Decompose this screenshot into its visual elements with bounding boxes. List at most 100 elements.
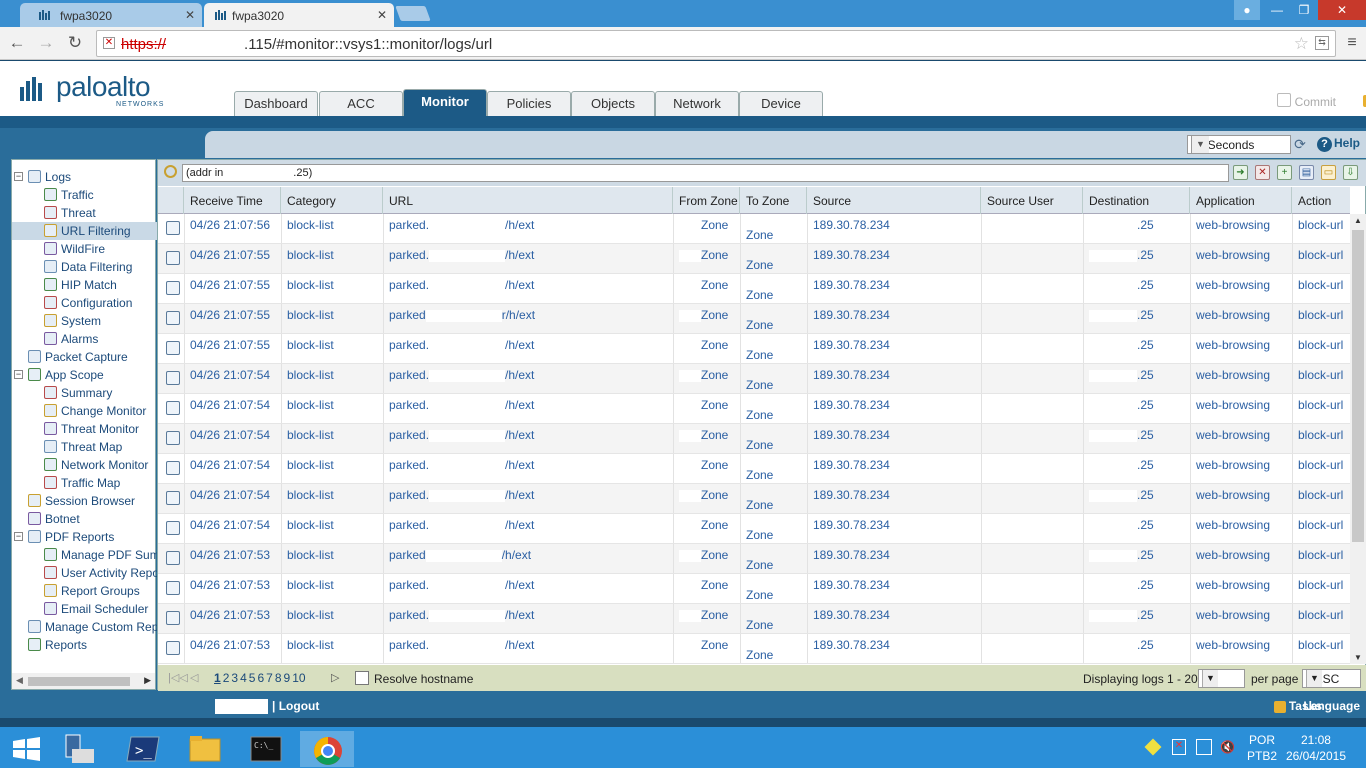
destination-cell[interactable]: .25 (1089, 428, 1154, 442)
sidebar-item[interactable]: − App Scope (14, 366, 157, 384)
column-application[interactable]: Application (1190, 187, 1292, 214)
filter-input[interactable]: (addr in .25) (182, 164, 1229, 182)
next-page-icon[interactable]: ▷ (331, 671, 339, 684)
destination-cell[interactable]: .25 (1089, 278, 1154, 292)
close-window-icon[interactable]: ✕ (1318, 0, 1366, 20)
url-cell[interactable]: parked. /h/ext (389, 578, 534, 592)
application-cell[interactable]: web-browsing (1196, 608, 1270, 622)
to-zone-cell[interactable]: Zone (746, 378, 773, 392)
user-profile-icon[interactable]: ● (1234, 0, 1260, 20)
sidebar-item[interactable]: Alarms (44, 330, 157, 348)
page-link[interactable]: 9 (284, 671, 291, 685)
input-language[interactable]: POR PTB2 (1247, 732, 1277, 764)
destination-cell[interactable]: .25 (1089, 608, 1154, 622)
sidebar-item[interactable]: Reports (28, 636, 157, 654)
sidebar-item[interactable]: Session Browser (28, 492, 157, 510)
application-cell[interactable]: web-browsing (1196, 638, 1270, 652)
from-zone-cell[interactable]: Zone (679, 368, 728, 382)
collapse-icon[interactable]: − (14, 172, 23, 181)
collapse-icon[interactable]: − (14, 532, 23, 541)
page-link[interactable]: 7 (266, 671, 273, 685)
from-zone-cell[interactable]: Zone (679, 278, 728, 292)
sidebar-item[interactable]: Change Monitor (44, 402, 157, 420)
bookmark-star-icon[interactable]: ☆ (1294, 34, 1309, 54)
column-action[interactable]: Action (1292, 187, 1350, 214)
page-size-select[interactable]: 20 ▼ (1198, 669, 1245, 688)
sidebar-item[interactable]: Threat Monitor (44, 420, 157, 438)
action-cell[interactable]: block-url (1298, 518, 1343, 532)
browser-tab-2[interactable]: fwpa3020 ✕ (204, 3, 394, 27)
application-cell[interactable]: web-browsing (1196, 398, 1270, 412)
log-detail-icon[interactable] (166, 341, 180, 355)
page-action-icon[interactable]: ⇆ (1315, 36, 1329, 50)
column-url[interactable]: URL (383, 187, 673, 214)
action-cell[interactable]: block-url (1298, 428, 1343, 442)
collapse-icon[interactable]: − (14, 370, 23, 379)
application-cell[interactable]: web-browsing (1196, 368, 1270, 382)
scroll-right-icon[interactable]: ▶ (144, 675, 151, 686)
source-cell[interactable]: 189.30.78.234 (813, 278, 890, 292)
url-cell[interactable]: parked/h/ext (389, 548, 531, 562)
table-row[interactable]: 04/26 21:07:55 block-list parked. /h/ext Zon… (158, 274, 1350, 304)
destination-cell[interactable]: .25 (1089, 248, 1154, 262)
sidebar-item[interactable]: Manage Custom Reports (28, 618, 157, 636)
from-zone-cell[interactable]: Zone (679, 308, 728, 322)
to-zone-cell[interactable]: Zone (746, 438, 773, 452)
action-cell[interactable]: block-url (1298, 398, 1343, 412)
url-cell[interactable]: parked r/h/ext (389, 308, 535, 322)
column-source[interactable]: Source (807, 187, 981, 214)
column-source-user[interactable]: Source User (981, 187, 1083, 214)
application-cell[interactable]: web-browsing (1196, 548, 1270, 562)
sidebar-item[interactable]: Threat (44, 204, 157, 222)
nav-tab-monitor[interactable]: Monitor (403, 89, 487, 116)
destination-cell[interactable]: .25 (1089, 458, 1154, 472)
application-cell[interactable]: web-browsing (1196, 278, 1270, 292)
address-bar[interactable]: ✕ https://.115/#monitor::vsys1::monitor/… (96, 30, 1336, 57)
sidebar-item[interactable]: Report Groups (44, 582, 157, 600)
scroll-up-icon[interactable]: ▲ (1354, 216, 1362, 225)
volume-muted-icon[interactable]: 🔇 (1220, 740, 1235, 754)
page-link[interactable]: 8 (275, 671, 282, 685)
source-cell[interactable]: 189.30.78.234 (813, 308, 890, 322)
to-zone-cell[interactable]: Zone (746, 258, 773, 272)
log-detail-icon[interactable] (166, 401, 180, 415)
column-receive-time[interactable]: Receive Time (184, 187, 281, 214)
help-button[interactable]: ? Help (1317, 136, 1360, 152)
url-cell[interactable]: parked. /h/ext (389, 458, 534, 472)
log-detail-icon[interactable] (166, 461, 180, 475)
application-cell[interactable]: web-browsing (1196, 518, 1270, 532)
source-cell[interactable]: 189.30.78.234 (813, 458, 890, 472)
back-icon[interactable]: ← (5, 31, 29, 55)
scroll-thumb[interactable] (28, 677, 130, 686)
save-filter-icon[interactable]: ▤ (1299, 165, 1314, 180)
page-link[interactable]: 2 (223, 671, 230, 685)
sidebar-item[interactable]: URL Filtering (12, 222, 157, 240)
column-category[interactable]: Category (281, 187, 383, 214)
scroll-thumb[interactable] (1352, 230, 1364, 542)
sidebar-item[interactable]: Network Monitor (44, 456, 157, 474)
sidebar-item[interactable]: User Activity Report (44, 564, 157, 582)
destination-cell[interactable]: .25 (1089, 368, 1154, 382)
close-tab-icon[interactable]: ✕ (377, 8, 387, 22)
first-page-icon[interactable]: |◁◁ (168, 671, 188, 684)
url-cell[interactable]: parked. /h/ext (389, 398, 534, 412)
column-from-zone[interactable]: From Zone (673, 187, 740, 214)
source-cell[interactable]: 189.30.78.234 (813, 488, 890, 502)
log-detail-icon[interactable] (166, 611, 180, 625)
log-detail-icon[interactable] (166, 281, 180, 295)
from-zone-cell[interactable]: Zone (679, 248, 728, 262)
sidebar-item[interactable]: Traffic (44, 186, 157, 204)
log-detail-icon[interactable] (166, 641, 180, 655)
sidebar-item[interactable]: Configuration (44, 294, 157, 312)
destination-cell[interactable]: .25 (1089, 218, 1154, 232)
table-row[interactable]: 04/26 21:07:53 block-list parked. /h/ext Zon… (158, 604, 1350, 634)
url-cell[interactable]: parked. /h/ext (389, 608, 534, 622)
insecure-lock-icon[interactable]: ✕ (103, 37, 115, 49)
table-row[interactable]: 04/26 21:07:53 block-list parked/h/ext Zone… (158, 544, 1350, 574)
from-zone-cell[interactable]: Zone (679, 398, 728, 412)
source-cell[interactable]: 189.30.78.234 (813, 428, 890, 442)
source-cell[interactable]: 189.30.78.234 (813, 608, 890, 622)
table-row[interactable]: 04/26 21:07:53 block-list parked. /h/ext Zon… (158, 574, 1350, 604)
reload-icon[interactable]: ↻ (63, 31, 87, 55)
config-lock-icon[interactable] (1362, 95, 1366, 107)
